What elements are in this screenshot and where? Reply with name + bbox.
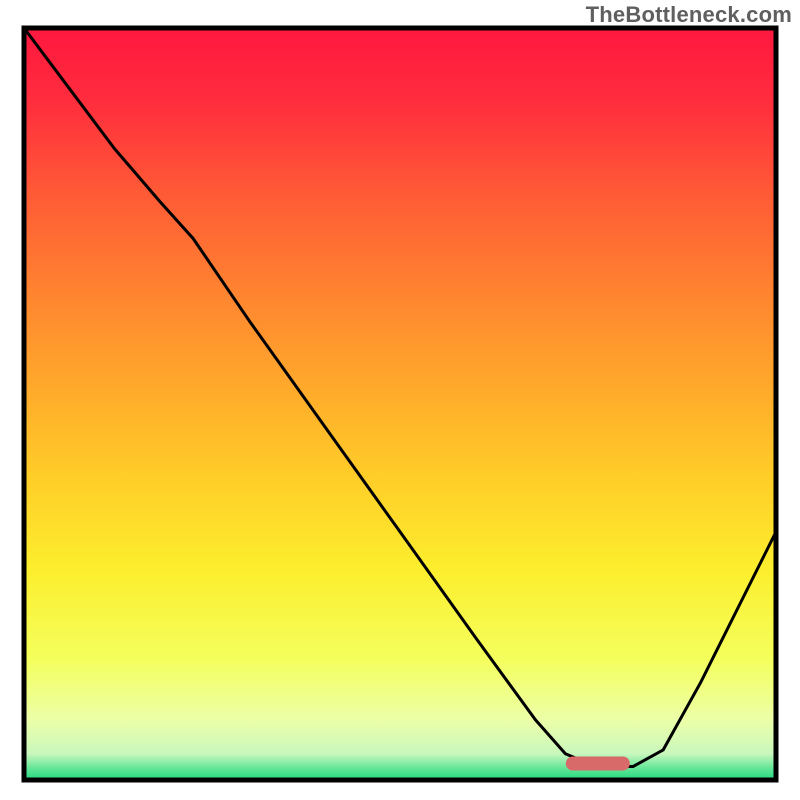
gradient-background (24, 28, 776, 780)
optimal-marker (566, 757, 630, 771)
bottleneck-chart (0, 0, 800, 800)
chart-container: TheBottleneck.com (0, 0, 800, 800)
watermark-text: TheBottleneck.com (586, 2, 792, 28)
